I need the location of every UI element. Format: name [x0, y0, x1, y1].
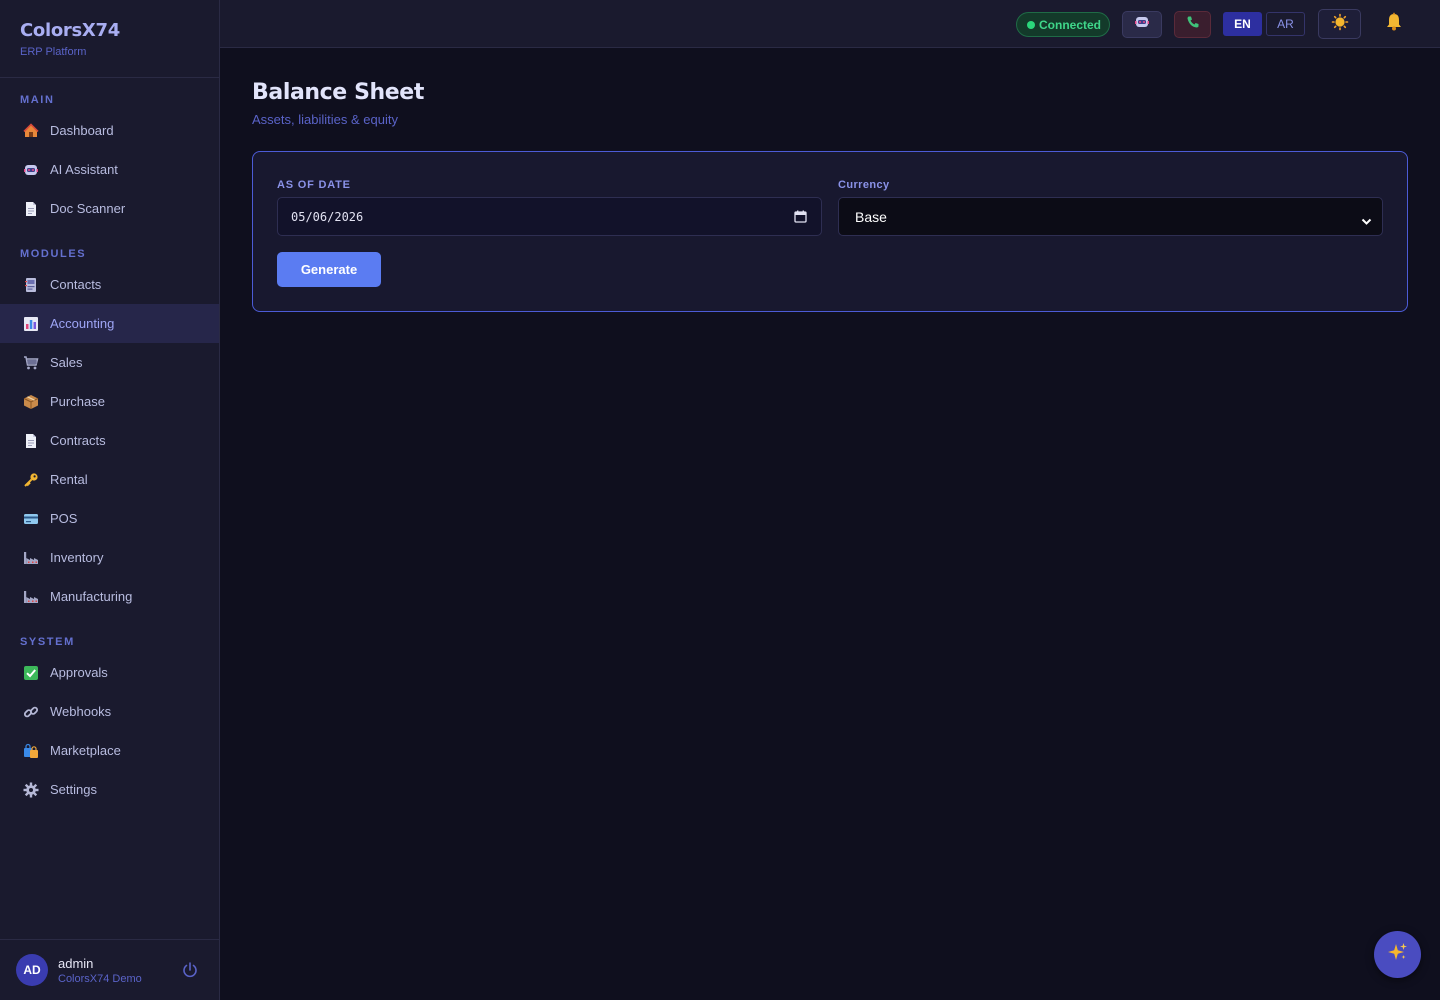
- brand-name: ColorsX74: [20, 20, 120, 41]
- connection-status-badge: Connected: [1016, 12, 1110, 37]
- sidebar-item-contacts[interactable]: Contacts: [0, 265, 219, 304]
- house-icon: [22, 122, 39, 139]
- nav-section-system: SYSTEM: [20, 636, 75, 648]
- sun-icon: [1331, 13, 1349, 36]
- sidebar-item-label: Settings: [50, 782, 97, 797]
- cart-icon: [22, 354, 39, 371]
- generate-button[interactable]: Generate: [277, 252, 381, 287]
- sidebar-item-contracts[interactable]: Contracts: [0, 421, 219, 460]
- robot-icon: [1134, 14, 1150, 35]
- language-en-button[interactable]: EN: [1223, 12, 1262, 36]
- user-org: ColorsX74 Demo: [58, 972, 142, 985]
- sidebar-item-approvals[interactable]: Approvals: [0, 653, 219, 692]
- currency-value: Base: [855, 208, 887, 225]
- sidebar-item-label: Approvals: [50, 665, 108, 680]
- bar-chart-icon: [22, 315, 39, 332]
- sidebar-item-label: Webhooks: [50, 704, 112, 719]
- sidebar: ColorsX74 ERP Platform MAIN Dashboard AI…: [0, 0, 220, 1000]
- user-name: admin: [58, 955, 94, 971]
- sparkles-icon: [1387, 941, 1409, 968]
- sidebar-item-label: AI Assistant: [50, 162, 118, 177]
- robot-icon: [22, 161, 39, 178]
- nav-section-main: MAIN: [20, 94, 55, 106]
- user-panel: AD admin ColorsX74 Demo: [0, 939, 219, 1000]
- as-of-date-label: AS OF DATE: [277, 179, 351, 191]
- checkmark-icon: [22, 664, 39, 681]
- sidebar-item-sales[interactable]: Sales: [0, 343, 219, 382]
- sidebar-item-label: Contracts: [50, 433, 106, 448]
- sidebar-item-marketplace[interactable]: Marketplace: [0, 731, 219, 770]
- phone-icon: [1186, 15, 1200, 34]
- sidebar-item-doc-scanner[interactable]: Doc Scanner: [0, 189, 219, 228]
- ai-chat-fab-button[interactable]: [1374, 931, 1421, 978]
- theme-toggle-button[interactable]: [1318, 9, 1361, 39]
- sidebar-item-settings[interactable]: Settings: [0, 770, 219, 809]
- sidebar-item-pos[interactable]: POS: [0, 499, 219, 538]
- sidebar-item-ai-assistant[interactable]: AI Assistant: [0, 150, 219, 189]
- brand: ColorsX74 ERP Platform: [0, 0, 219, 78]
- page-subtitle: Assets, liabilities & equity: [252, 112, 398, 127]
- bell-icon: [1384, 12, 1404, 37]
- factory-icon: [22, 549, 39, 566]
- sidebar-item-label: Contacts: [50, 277, 102, 292]
- sidebar-item-label: Inventory: [50, 550, 104, 565]
- sidebar-item-label: Dashboard: [50, 123, 114, 138]
- currency-label: Currency: [838, 179, 890, 191]
- sidebar-item-webhooks[interactable]: Webhooks: [0, 692, 219, 731]
- contacts-icon: [22, 276, 39, 293]
- sidebar-item-purchase[interactable]: Purchase: [0, 382, 219, 421]
- sidebar-item-label: POS: [50, 511, 78, 526]
- sidebar-item-label: Sales: [50, 355, 83, 370]
- sidebar-item-accounting[interactable]: Accounting: [0, 304, 219, 343]
- sidebar-item-manufacturing[interactable]: Manufacturing: [0, 577, 219, 616]
- sidebar-item-label: Accounting: [50, 316, 115, 331]
- link-icon: [22, 703, 39, 720]
- gear-icon: [22, 781, 39, 798]
- avatar[interactable]: AD: [16, 954, 48, 986]
- document-icon: [22, 200, 39, 217]
- ai-assistant-button[interactable]: [1122, 11, 1162, 38]
- sidebar-item-label: Purchase: [50, 394, 105, 409]
- brand-subtitle: ERP Platform: [20, 46, 87, 58]
- nav-section-modules: MODULES: [20, 248, 87, 260]
- sidebar-item-label: Rental: [50, 472, 88, 487]
- chevron-down-icon: [1361, 213, 1372, 229]
- calendar-icon[interactable]: [794, 210, 807, 226]
- package-icon: [22, 393, 39, 410]
- credit-card-icon: [22, 510, 39, 527]
- call-button[interactable]: [1174, 11, 1211, 38]
- currency-select[interactable]: Base: [838, 197, 1383, 236]
- sidebar-item-dashboard[interactable]: Dashboard: [0, 111, 219, 150]
- sidebar-item-label: Doc Scanner: [50, 201, 126, 216]
- factory-icon: [22, 588, 39, 605]
- language-ar-button[interactable]: AR: [1266, 12, 1305, 36]
- page-title: Balance Sheet: [252, 80, 424, 105]
- notifications-button[interactable]: [1382, 11, 1406, 38]
- report-filter-card: AS OF DATE 05/06/2026 Currency Base Gene…: [252, 151, 1408, 312]
- connection-status-label: Connected: [1039, 17, 1102, 32]
- sidebar-item-label: Marketplace: [50, 743, 121, 758]
- topbar: Connected EN AR: [220, 0, 1440, 48]
- status-dot-icon: [1027, 21, 1035, 29]
- sidebar-item-inventory[interactable]: Inventory: [0, 538, 219, 577]
- sidebar-item-label: Manufacturing: [50, 589, 133, 604]
- power-icon[interactable]: [181, 961, 199, 979]
- sidebar-item-rental[interactable]: Rental: [0, 460, 219, 499]
- key-icon: [22, 471, 39, 488]
- document-icon: [22, 432, 39, 449]
- shopping-bags-icon: [22, 742, 39, 759]
- as-of-date-input[interactable]: 05/06/2026: [277, 197, 822, 236]
- as-of-date-value: 05/06/2026: [291, 209, 364, 224]
